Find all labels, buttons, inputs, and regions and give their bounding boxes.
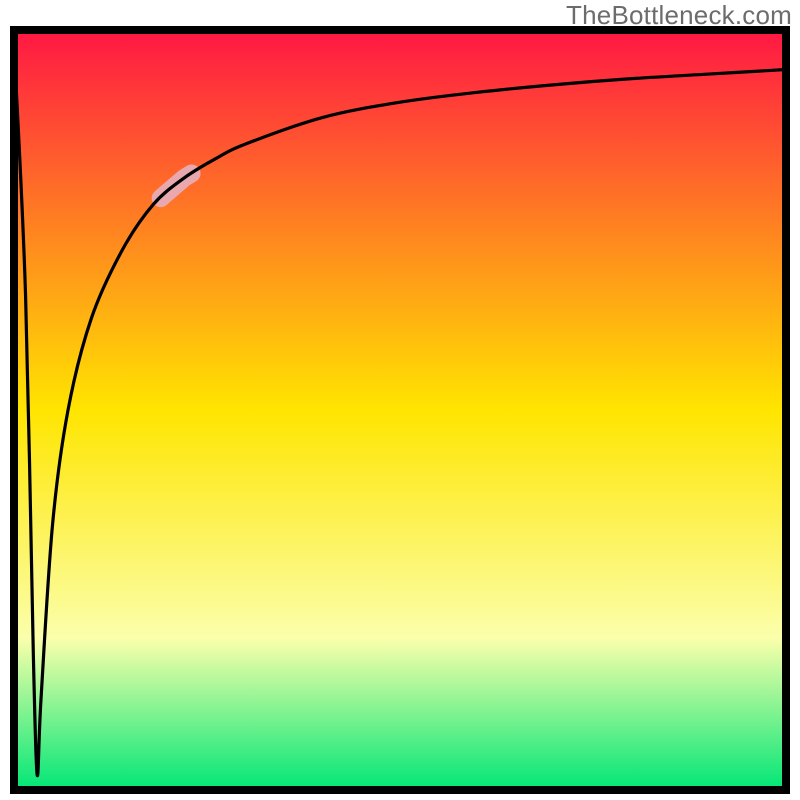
gradient-background: [14, 30, 786, 790]
chart-container: TheBottleneck.com: [0, 0, 800, 800]
chart-canvas: [0, 0, 800, 800]
plot-area: [14, 30, 786, 790]
watermark-text: TheBottleneck.com: [566, 0, 792, 31]
